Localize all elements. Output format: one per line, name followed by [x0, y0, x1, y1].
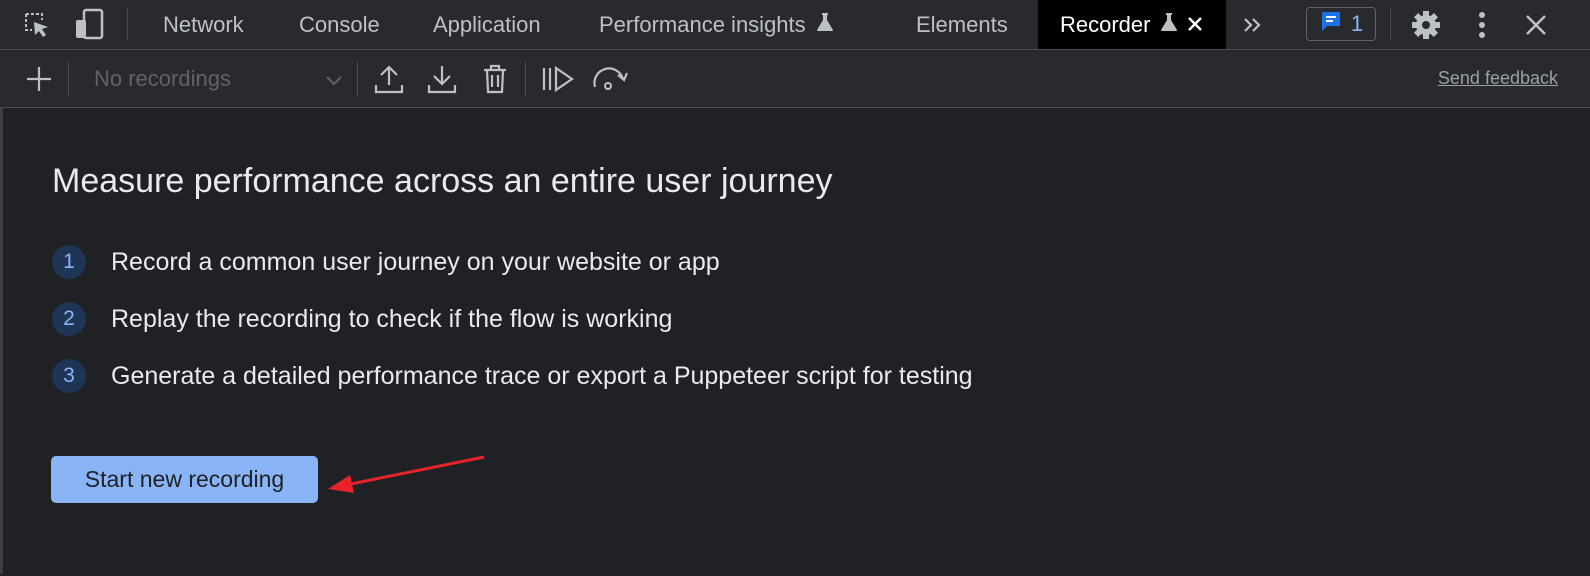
- issues-count: 1: [1350, 11, 1364, 36]
- kebab-menu-icon[interactable]: [1470, 9, 1494, 41]
- close-tab-icon[interactable]: [1187, 12, 1203, 38]
- tab-network[interactable]: Network: [163, 0, 244, 49]
- tab-separator: [127, 8, 128, 40]
- settings-icon[interactable]: [1410, 9, 1442, 41]
- tab-console[interactable]: Console: [299, 0, 380, 49]
- step-text: Generate a detailed performance trace or…: [111, 361, 973, 390]
- step-text: Record a common user journey on your web…: [111, 247, 720, 276]
- tab-performance-insights[interactable]: Performance insights: [599, 0, 834, 49]
- step-number: 1: [52, 245, 86, 279]
- toolbar-separator: [357, 62, 358, 96]
- recordings-select-value: No recordings: [94, 66, 231, 91]
- issues-icon: [1319, 9, 1343, 39]
- devtools-tab-bar: Network Console Application Performance …: [0, 0, 1590, 50]
- page-title: Measure performance across an entire use…: [52, 162, 833, 200]
- annotation-arrow: [328, 455, 485, 493]
- flask-icon: [1160, 12, 1178, 38]
- recorder-toolbar: No recordings Send feedback: [0, 50, 1590, 108]
- import-icon[interactable]: [426, 63, 458, 95]
- add-icon[interactable]: [24, 64, 54, 94]
- step-item: 2 Replay the recording to check if the f…: [52, 302, 672, 336]
- chevron-down-icon: [324, 70, 344, 96]
- step-number: 3: [52, 359, 86, 393]
- slow-replay-icon[interactable]: [590, 63, 630, 95]
- start-new-recording-button[interactable]: Start new recording: [51, 456, 318, 503]
- replay-icon[interactable]: [540, 63, 576, 95]
- inspect-element-icon[interactable]: [22, 10, 52, 40]
- delete-icon[interactable]: [480, 63, 510, 95]
- toolbar-separator: [68, 62, 69, 96]
- step-item: 3 Generate a detailed performance trace …: [52, 359, 973, 393]
- tab-recorder[interactable]: Recorder: [1038, 0, 1226, 49]
- more-tabs-icon[interactable]: [1240, 12, 1266, 38]
- device-toolbar-icon[interactable]: [74, 8, 106, 42]
- tab-elements[interactable]: Elements: [916, 0, 1008, 49]
- export-icon[interactable]: [373, 63, 405, 95]
- tab-application[interactable]: Application: [433, 0, 541, 49]
- recordings-select[interactable]: No recordings: [80, 60, 350, 98]
- toolbar-separator: [525, 62, 526, 96]
- tab-separator: [1390, 8, 1391, 40]
- issues-counter[interactable]: 1: [1306, 7, 1376, 41]
- flask-icon: [816, 12, 834, 38]
- close-devtools-icon[interactable]: [1522, 11, 1550, 39]
- send-feedback-link[interactable]: Send feedback: [1438, 68, 1558, 89]
- step-text: Replay the recording to check if the flo…: [111, 304, 673, 333]
- step-item: 1 Record a common user journey on your w…: [52, 245, 720, 279]
- step-number: 2: [52, 302, 86, 336]
